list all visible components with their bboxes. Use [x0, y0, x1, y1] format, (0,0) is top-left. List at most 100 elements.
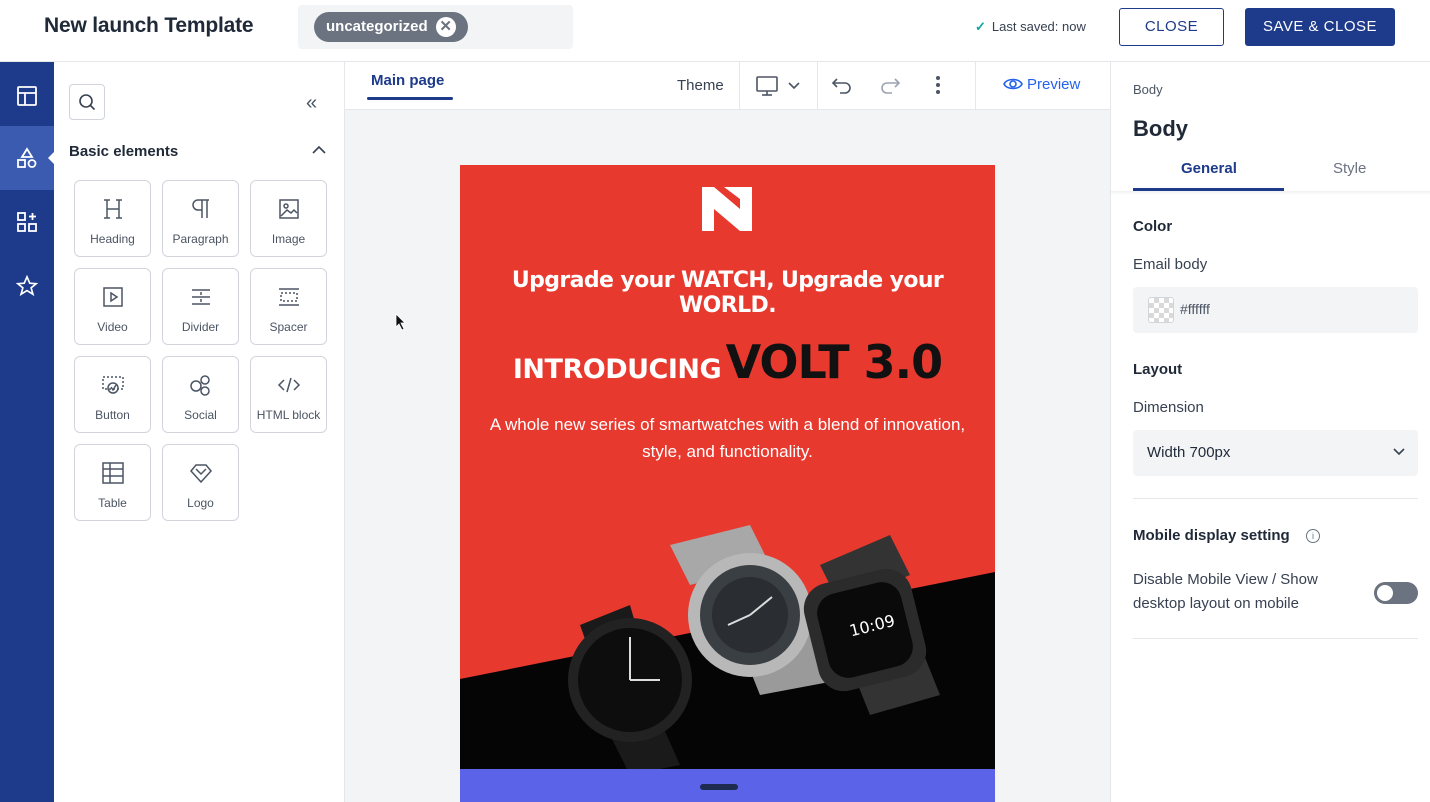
- element-label: Divider: [181, 320, 220, 334]
- layout-section-title: Layout: [1133, 361, 1183, 378]
- table-icon: [102, 462, 124, 484]
- theme-button[interactable]: Theme: [677, 77, 724, 94]
- spacer-icon: [279, 288, 299, 306]
- tag-field[interactable]: uncategorized ✕: [298, 5, 573, 49]
- dimension-label: Dimension: [1133, 399, 1204, 416]
- top-bar: New launch Template uncategorized ✕ ✓ Las…: [0, 0, 1430, 62]
- divider: [1133, 498, 1418, 499]
- mobile-view-toggle[interactable]: [1374, 582, 1418, 604]
- brand-logo[interactable]: [702, 187, 752, 236]
- element-label: Logo: [187, 496, 214, 510]
- tab-general[interactable]: General: [1181, 160, 1237, 177]
- logo-icon: [190, 464, 212, 484]
- info-icon[interactable]: i: [1306, 529, 1320, 543]
- intro-product: VOLT 3.0: [725, 335, 943, 389]
- device-desktop-icon[interactable]: [755, 74, 801, 103]
- elements-icon[interactable]: [0, 126, 54, 190]
- element-video[interactable]: Video: [74, 268, 151, 345]
- code-icon: [277, 377, 301, 393]
- remove-tag-icon[interactable]: ✕: [435, 17, 456, 37]
- collapse-panel-icon[interactable]: «: [306, 92, 317, 115]
- mobile-section-title: Mobile display setting: [1133, 527, 1290, 544]
- chevron-up-icon[interactable]: [312, 142, 326, 160]
- save-status: ✓ Last saved: now: [975, 19, 1086, 35]
- search-button[interactable]: [69, 84, 105, 120]
- divider: [739, 62, 740, 110]
- section-title: Basic elements: [69, 143, 179, 160]
- paragraph-icon: [192, 199, 209, 218]
- save-status-text: Last saved: now: [991, 19, 1086, 34]
- elements-panel: « Basic elements Heading Paragraph Image…: [54, 62, 345, 802]
- element-image[interactable]: Image: [250, 180, 327, 257]
- divider: [817, 62, 818, 110]
- favorites-star-icon[interactable]: [0, 254, 54, 318]
- mouse-cursor: [395, 313, 407, 336]
- layouts-icon[interactable]: [0, 64, 54, 128]
- element-divider[interactable]: Divider: [162, 268, 239, 345]
- element-label: Social: [184, 408, 217, 422]
- tag-chip: uncategorized ✕: [314, 12, 468, 42]
- element-label: Image: [271, 232, 306, 246]
- save-close-button[interactable]: SAVE & CLOSE: [1245, 8, 1395, 46]
- element-html-block[interactable]: HTML block: [250, 356, 327, 433]
- undo-icon[interactable]: [831, 74, 853, 101]
- dimension-value: Width 700px: [1147, 444, 1231, 461]
- email-body-color-field[interactable]: #ffffff: [1133, 287, 1418, 333]
- dimension-select[interactable]: Width 700px: [1133, 430, 1418, 476]
- element-label: HTML block: [256, 408, 321, 422]
- intro-prefix: INTRODUCING: [512, 354, 722, 385]
- more-options-icon[interactable]: [933, 74, 943, 101]
- divider: [1133, 638, 1418, 639]
- element-label: Spacer: [269, 320, 308, 334]
- element-label: Button: [95, 408, 130, 422]
- close-button[interactable]: CLOSE: [1119, 8, 1224, 46]
- panel-title: Body: [1133, 116, 1188, 141]
- element-paragraph[interactable]: Paragraph: [162, 180, 239, 257]
- element-table[interactable]: Table: [74, 444, 151, 521]
- tag-label: uncategorized: [326, 18, 428, 35]
- properties-panel: Body Body General Style Color Email body…: [1110, 62, 1430, 802]
- element-label: Video: [97, 320, 128, 334]
- drag-handle[interactable]: [700, 784, 738, 790]
- toggle-knob: [1377, 585, 1393, 601]
- breadcrumb[interactable]: Body: [1133, 82, 1163, 97]
- element-label: Heading: [90, 232, 135, 246]
- color-value: #ffffff: [1180, 301, 1210, 317]
- eye-icon: [1003, 78, 1023, 90]
- button-icon: [102, 376, 124, 394]
- redo-icon[interactable]: [879, 74, 901, 101]
- template-title[interactable]: New launch Template: [44, 14, 254, 38]
- preview-label: Preview: [1027, 76, 1081, 93]
- email-body[interactable]: Upgrade your WATCH, Upgrade your WORLD. …: [460, 165, 995, 802]
- left-rail: [0, 62, 54, 802]
- email-body-label: Email body: [1133, 256, 1208, 273]
- search-icon: [79, 94, 96, 111]
- email-intro[interactable]: INTRODUCING VOLT 3.0: [460, 335, 995, 389]
- blocks-icon[interactable]: [0, 190, 54, 254]
- color-section-title: Color: [1133, 218, 1173, 235]
- canvas-toolbar: Main page Theme Preview: [345, 62, 1110, 110]
- active-tab-indicator: [367, 97, 453, 100]
- color-swatch[interactable]: [1148, 297, 1174, 323]
- element-social[interactable]: Social: [162, 356, 239, 433]
- tab-main-page[interactable]: Main page: [371, 72, 444, 89]
- element-label: Table: [98, 496, 127, 510]
- element-button[interactable]: Button: [74, 356, 151, 433]
- divider: [975, 62, 976, 110]
- preview-button[interactable]: Preview: [1003, 76, 1080, 93]
- email-description[interactable]: A whole new series of smartwatches with …: [480, 411, 975, 465]
- check-icon: ✓: [975, 19, 986, 34]
- email-headline[interactable]: Upgrade your WATCH, Upgrade your WORLD.: [460, 268, 995, 318]
- footer-section[interactable]: [460, 769, 995, 802]
- video-icon: [103, 287, 123, 307]
- tab-style[interactable]: Style: [1333, 160, 1366, 177]
- element-spacer[interactable]: Spacer: [250, 268, 327, 345]
- element-logo[interactable]: Logo: [162, 444, 239, 521]
- divider-icon: [192, 289, 210, 305]
- heading-icon: [104, 199, 122, 219]
- smartwatches-image[interactable]: 10:09: [520, 505, 940, 775]
- element-label: Paragraph: [172, 232, 229, 246]
- image-icon: [279, 199, 299, 219]
- element-heading[interactable]: Heading: [74, 180, 151, 257]
- chevron-down-icon: [1392, 444, 1406, 463]
